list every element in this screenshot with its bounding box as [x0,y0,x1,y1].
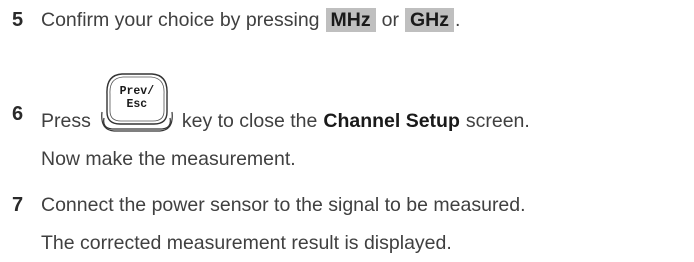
prev-esc-key-icon: Prev/ Esc [98,72,176,134]
step-number: 6 [12,103,24,125]
step-text-or: or [381,8,399,31]
step-6-note: Now make the measurement. [41,148,296,170]
step-number: 7 [12,194,24,216]
step-text-period: . [454,8,461,31]
step-text-screen: screen. [465,109,530,132]
step-text-key-to-close: key to close the [181,109,318,132]
step-text: Press Prev/ Esc key to close the Channel… [41,68,530,138]
step-text: Connect the power sensor to the signal t… [41,194,526,216]
mhz-softkey: MHz [325,8,376,32]
step-7-note: The corrected measurement result is disp… [41,232,452,254]
key-label-esc: Esc [126,98,148,111]
step-5: 5 Confirm your choice by pressing MHz or… [0,7,694,35]
step-text-press: Press [41,109,91,132]
ghz-softkey: GHz [404,8,454,32]
key-label-prev: Prev/ [119,85,155,98]
step-7: 7 Connect the power sensor to the signal… [0,192,694,220]
step-6: 6 Press Prev/ Esc key to close the Chann… [0,68,694,138]
step-number: 5 [12,9,24,31]
channel-setup-label: Channel Setup [323,109,460,132]
step-text-before: Confirm your choice by pressing [41,8,320,31]
step-text: Confirm your choice by pressing MHz or G… [41,8,460,32]
